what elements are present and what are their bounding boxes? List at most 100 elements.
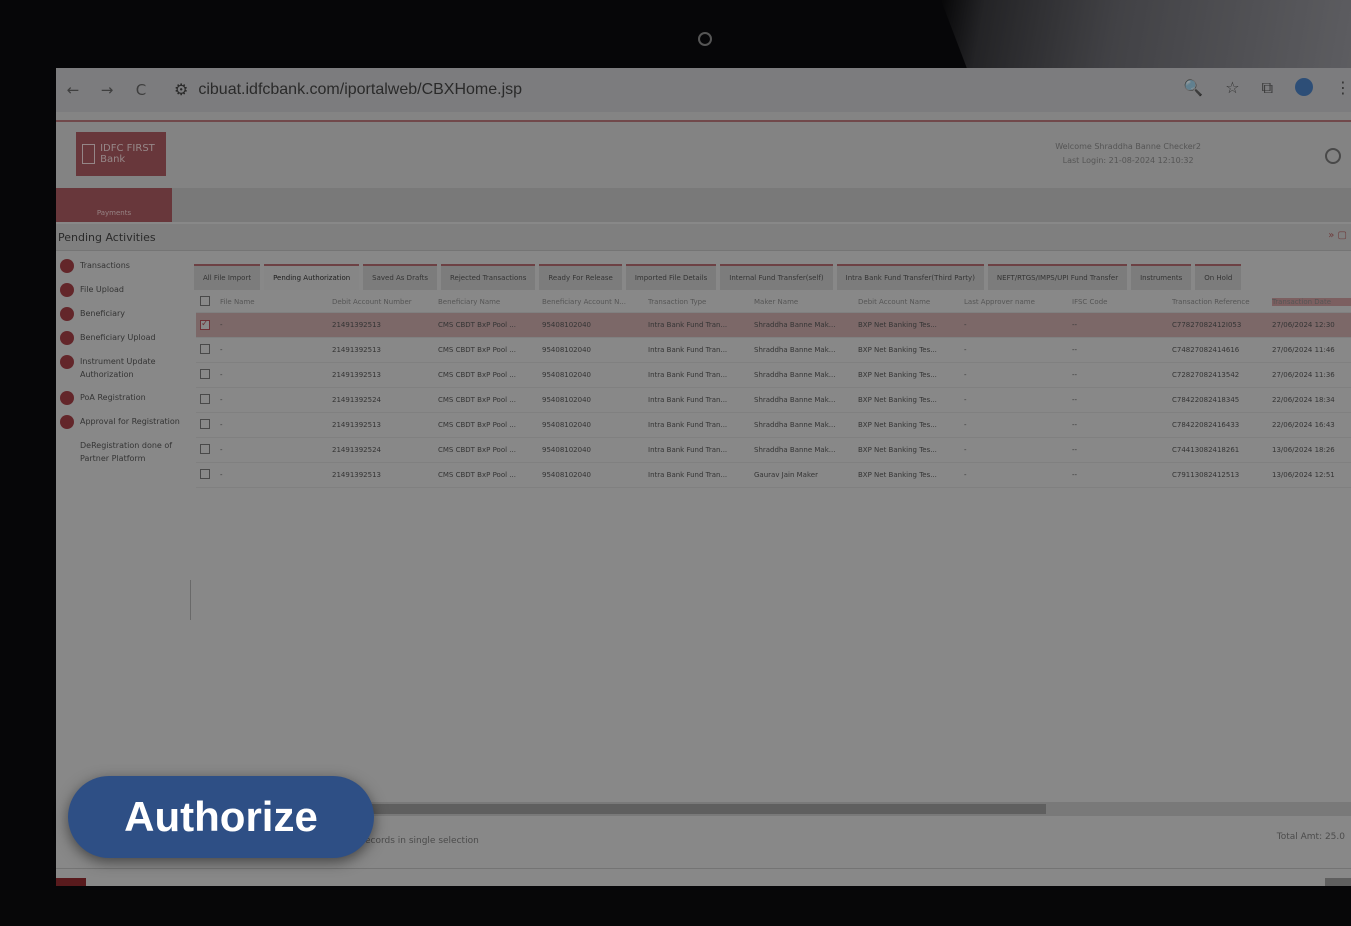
table-cell: - — [964, 346, 967, 354]
table-row[interactable]: - 21491392524 CMS CBDT BxP Pool ... 9540810… — [196, 438, 1351, 463]
sidebar-item-label: Beneficiary Upload — [80, 333, 156, 342]
tab-imported-file-details[interactable]: Imported File Details — [625, 264, 717, 290]
column-header[interactable]: Transaction Date — [1272, 298, 1351, 306]
menu-kebab-icon[interactable]: ⋮ — [1335, 78, 1351, 98]
row-checkbox[interactable] — [196, 369, 220, 381]
row-checkbox[interactable] — [196, 444, 220, 456]
authorize-button[interactable]: Authorize — [68, 776, 374, 858]
footer-divider — [56, 868, 1351, 869]
table-cell: Shraddha Banne Mak... — [754, 371, 836, 379]
profile-avatar-icon[interactable] — [1295, 78, 1313, 96]
table-cell: - — [964, 371, 967, 379]
sidebar-item-transactions[interactable]: Transactions — [56, 254, 186, 278]
table-cell: Gaurav Jain Maker — [754, 471, 818, 479]
table-cell: 27/06/2024 12:30 — [1272, 321, 1335, 329]
tab-saved-as-drafts[interactable]: Saved As Drafts — [363, 264, 437, 290]
table-cell: Intra Bank Fund Tran... — [648, 421, 728, 429]
table-row[interactable]: - 21491392524 CMS CBDT BxP Pool ... 9540810… — [196, 388, 1351, 413]
table-cell: - — [220, 446, 223, 454]
sidebar-item-deregistration[interactable]: DeRegistration done of Partner Platform — [56, 434, 186, 470]
column-header[interactable]: File Name — [220, 298, 332, 306]
close-button[interactable]: Close — [1325, 878, 1351, 886]
bookmark-star-icon[interactable]: ☆ — [1225, 78, 1239, 98]
table-cell: Intra Bank Fund Tran... — [648, 346, 728, 354]
sidebar-item-label: Approval for Registration — [80, 417, 180, 426]
menu-item-payments[interactable]: Payments — [56, 188, 172, 222]
table-row[interactable]: - 21491392513 CMS CBDT BxP Pool ... 9540810… — [196, 413, 1351, 438]
table-row[interactable]: - 21491392513 CMS CBDT BxP Pool ... 9540810… — [196, 363, 1351, 388]
expand-icon[interactable]: » ▢ — [1328, 230, 1347, 241]
table-cell: CMS CBDT BxP Pool ... — [438, 396, 516, 404]
table-cell: Intra Bank Fund Tran... — [648, 371, 728, 379]
column-header[interactable]: Debit Account Number — [332, 298, 438, 306]
table-cell: Intra Bank Fund Tran... — [648, 396, 728, 404]
row-checkbox[interactable] — [196, 394, 220, 406]
tab-on-hold[interactable]: On Hold — [1195, 264, 1242, 290]
table-row[interactable]: - 21491392513 CMS CBDT BxP Pool ... 9540810… — [196, 313, 1351, 338]
sidebar-item-label: PoA Registration — [80, 393, 146, 402]
column-header[interactable]: Maker Name — [754, 298, 858, 306]
reload-icon[interactable]: C — [130, 81, 152, 99]
address-bar[interactable]: ⚙ cibuat.idfcbank.com/iportalweb/CBXHome… — [174, 76, 1034, 104]
table-cell: - — [964, 321, 967, 329]
sidebar-item-file-upload[interactable]: File Upload — [56, 278, 186, 302]
table-cell: - — [220, 321, 223, 329]
tab-intra-bank-fund-transfer[interactable]: Intra Bank Fund Transfer(Third Party) — [836, 264, 984, 290]
column-header[interactable]: Debit Account Name — [858, 298, 964, 306]
sidebar-item-label: Instrument Update Authorization — [80, 357, 156, 379]
site-settings-icon[interactable]: ⚙ — [174, 80, 188, 100]
table-cell: Shraddha Banne Mak... — [754, 346, 836, 354]
column-header[interactable]: Transaction Type — [648, 298, 754, 306]
table-row[interactable]: - 21491392513 CMS CBDT BxP Pool ... 9540810… — [196, 338, 1351, 363]
sidebar-item-poa-registration[interactable]: PoA Registration — [56, 386, 186, 410]
table-cell: BXP Net Banking Tes... — [858, 471, 937, 479]
row-checkbox[interactable] — [196, 320, 220, 330]
tab-internal-fund-transfer[interactable]: Internal Fund Transfer(self) — [720, 264, 833, 290]
table-cell: 21491392513 — [332, 346, 381, 354]
column-header[interactable]: Beneficiary Account N... — [542, 298, 648, 306]
table-cell: -- — [1072, 421, 1078, 429]
bank-logo[interactable]: IDFC FIRST Bank — [76, 132, 166, 176]
camera-icon — [698, 32, 712, 46]
table-row[interactable]: - 21491392513 CMS CBDT BxP Pool ... 9540810… — [196, 463, 1351, 488]
table-cell: -- — [1072, 346, 1078, 354]
table-cell: Shraddha Banne Mak... — [754, 446, 836, 454]
sidebar-item-beneficiary[interactable]: Beneficiary — [56, 302, 186, 326]
table-cell: CMS CBDT BxP Pool ... — [438, 321, 516, 329]
horizontal-scrollbar[interactable] — [202, 802, 1351, 816]
sidebar-item-instrument-update[interactable]: Instrument Update Authorization — [56, 350, 186, 386]
table-cell: - — [220, 421, 223, 429]
tab-pending-authorization[interactable]: Pending Authorization — [264, 264, 360, 290]
column-header[interactable]: Last Approver name — [964, 298, 1072, 306]
badge-dot-icon — [60, 391, 74, 405]
tab-ready-for-release[interactable]: Ready For Release — [539, 264, 622, 290]
tab-rejected-transactions[interactable]: Rejected Transactions — [440, 264, 536, 290]
column-header[interactable]: Beneficiary Name — [438, 298, 542, 306]
row-checkbox[interactable] — [196, 419, 220, 431]
sidebar-item-approval-registration[interactable]: Approval for Registration — [56, 410, 186, 434]
forward-arrow-icon[interactable]: → — [96, 81, 118, 99]
tab-instruments[interactable]: Instruments — [1131, 264, 1192, 290]
row-checkbox[interactable] — [196, 344, 220, 356]
last-login-text: Last Login: 21-08-2024 12:10:32 — [1062, 156, 1194, 165]
table-cell: - — [964, 421, 967, 429]
table-cell: Shraddha Banne Mak... — [754, 321, 836, 329]
tab-all-file-import[interactable]: All File Import — [194, 264, 261, 290]
authorize-button-underlay[interactable] — [56, 878, 86, 886]
sidebar-item-beneficiary-upload[interactable]: Beneficiary Upload — [56, 326, 186, 350]
column-header[interactable]: IFSC Code — [1072, 298, 1172, 306]
section-title: Pending Activities — [58, 230, 156, 244]
column-header[interactable]: Transaction Reference — [1172, 298, 1272, 306]
url-text[interactable]: cibuat.idfcbank.com/iportalweb/CBXHome.j… — [198, 81, 522, 99]
row-checkbox[interactable] — [196, 469, 220, 481]
tab-neft-rtgs-imps-upi[interactable]: NEFT/RTGS/IMPS/UPI Fund Transfer — [987, 264, 1128, 290]
sidebar-divider — [190, 580, 191, 620]
logout-power-icon[interactable] — [1325, 148, 1341, 164]
extensions-icon[interactable]: ⧉ — [1262, 78, 1273, 98]
sidebar-item-label: Transactions — [80, 261, 130, 270]
menu-bar — [56, 188, 1351, 222]
back-arrow-icon[interactable]: ← — [62, 81, 84, 99]
select-all-checkbox[interactable] — [196, 296, 220, 308]
zoom-icon[interactable]: 🔍 — [1183, 78, 1203, 98]
badge-dot-icon — [60, 307, 74, 321]
